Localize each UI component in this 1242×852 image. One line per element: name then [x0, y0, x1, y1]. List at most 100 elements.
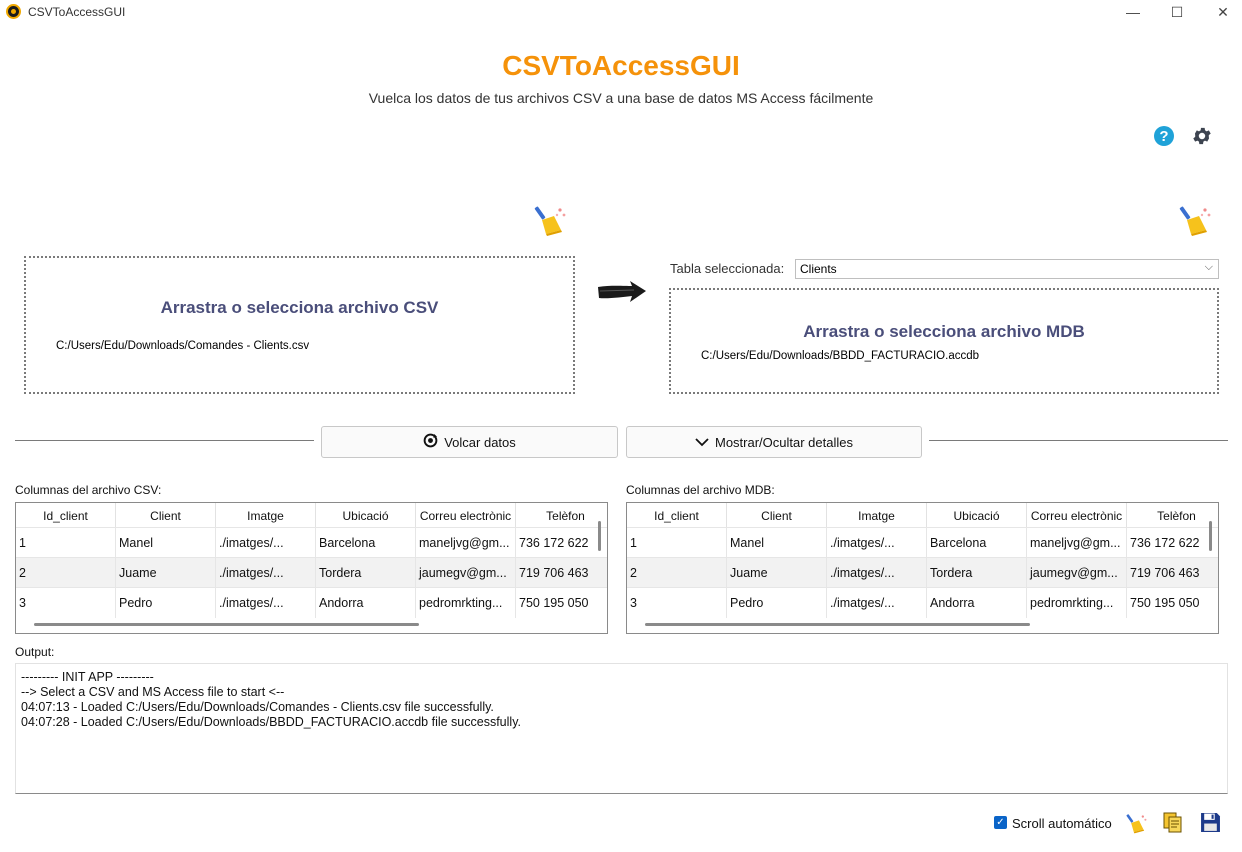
table-cell: jaumegv@gm... [416, 558, 516, 588]
table-cell: Pedro [727, 588, 827, 618]
table-cell: ./imatges/... [827, 528, 927, 558]
clear-mdb-broom-icon[interactable] [1179, 203, 1213, 237]
chevron-down-icon: ⌵ [1204, 261, 1213, 273]
mdb-file-path: C:/Users/Edu/Downloads/BBDD_FACTURACIO.a… [701, 350, 980, 362]
table-cell: 736 172 622 [516, 528, 607, 558]
table-cell: Juame [116, 558, 216, 588]
column-header[interactable]: Id_client [627, 503, 727, 529]
mdb-columns-table[interactable]: Id_client Client Imatge Ubicació Correu … [626, 502, 1219, 634]
table-cell: 750 195 050 [1127, 588, 1218, 618]
table-cell: 2 [627, 558, 727, 588]
mdb-drop-zone[interactable]: Arrastra o selecciona archivo MDB C:/Use… [669, 288, 1219, 394]
gear-icon[interactable] [1191, 125, 1213, 147]
column-header[interactable]: Client [727, 503, 827, 529]
table-cell: pedromrkting... [1027, 588, 1127, 618]
table-cell: ./imatges/... [216, 558, 316, 588]
app-title: CSVToAccessGUI [502, 50, 740, 81]
table-cell: 2 [16, 558, 116, 588]
table-cell: 736 172 622 [1127, 528, 1218, 558]
output-log[interactable]: --------- INIT APP --------- --> Select … [15, 663, 1228, 794]
column-header[interactable]: Correu electrònic [416, 503, 516, 529]
divider-right [929, 440, 1228, 441]
horizontal-scrollbar[interactable] [645, 623, 1030, 626]
table-cell: 1 [16, 528, 116, 558]
maximize-button[interactable]: ☐ [1154, 0, 1200, 24]
table-cell: ./imatges/... [216, 528, 316, 558]
table-cell: 719 706 463 [1127, 558, 1218, 588]
column-header[interactable]: Telèfon [516, 503, 607, 529]
table-cell: Barcelona [316, 528, 416, 558]
mdb-drop-zone-title: Arrastra o selecciona archivo MDB [803, 322, 1085, 341]
column-header[interactable]: Correu electrònic [1027, 503, 1127, 529]
column-header[interactable]: Id_client [16, 503, 116, 529]
table-row[interactable]: 1 Manel ./imatges/... Barcelona maneljvg… [16, 527, 607, 558]
table-cell: Andorra [927, 588, 1027, 618]
log-line: --> Select a CSV and MS Access file to s… [21, 685, 285, 699]
vertical-scrollbar[interactable] [598, 521, 601, 551]
table-select[interactable]: Clients ⌵ [795, 259, 1219, 279]
clear-csv-broom-icon[interactable] [534, 203, 568, 237]
table-cell: 1 [627, 528, 727, 558]
table-cell: pedromrkting... [416, 588, 516, 618]
output-label: Output: [15, 645, 55, 659]
table-select-value: Clients [800, 262, 837, 276]
dump-data-button[interactable]: Volcar datos [321, 426, 618, 458]
table-row[interactable]: 3 Pedro ./imatges/... Andorra pedromrkti… [627, 587, 1218, 618]
csv-columns-table[interactable]: Id_client Client Imatge Ubicació Correu … [15, 502, 608, 634]
table-cell: maneljvg@gm... [1027, 528, 1127, 558]
column-header[interactable]: Imatge [827, 503, 927, 529]
table-cell: Manel [116, 528, 216, 558]
sync-icon [423, 433, 438, 451]
table-cell: Tordera [316, 558, 416, 588]
table-cell: ./imatges/... [827, 558, 927, 588]
app-logo-icon [6, 4, 21, 19]
table-row[interactable]: 2 Juame ./imatges/... Tordera jaumegv@gm… [16, 557, 607, 588]
toggle-details-label: Mostrar/Ocultar detalles [715, 434, 853, 450]
table-cell: Juame [727, 558, 827, 588]
table-cell: maneljvg@gm... [416, 528, 516, 558]
csv-drop-zone-title: Arrastra o selecciona archivo CSV [160, 298, 439, 317]
table-cell: 750 195 050 [516, 588, 607, 618]
csv-file-path: C:/Users/Edu/Downloads/Comandes - Client… [56, 340, 310, 352]
log-line: 04:07:28 - Loaded C:/Users/Edu/Downloads… [21, 715, 521, 729]
autoscroll-label: Scroll automático [1012, 816, 1112, 831]
save-icon[interactable] [1200, 812, 1221, 833]
column-header[interactable]: Client [116, 503, 216, 529]
table-select-label: Tabla seleccionada: [670, 261, 785, 276]
table-cell: Pedro [116, 588, 216, 618]
clear-output-broom-icon[interactable] [1126, 812, 1148, 834]
table-cell: 719 706 463 [516, 558, 607, 588]
log-line: 04:07:13 - Loaded C:/Users/Edu/Downloads… [21, 700, 494, 714]
table-cell: Manel [727, 528, 827, 558]
help-icon[interactable]: ? [1154, 126, 1174, 146]
table-header: Id_client Client Imatge Ubicació Correu … [16, 503, 607, 529]
table-cell: Tordera [927, 558, 1027, 588]
autoscroll-checkbox[interactable]: ✓ [994, 816, 1007, 829]
close-button[interactable]: ✕ [1200, 0, 1242, 24]
toggle-details-button[interactable]: Mostrar/Ocultar detalles [626, 426, 922, 458]
column-header[interactable]: Ubicació [927, 503, 1027, 529]
minimize-button[interactable]: — [1110, 0, 1156, 24]
table-cell: jaumegv@gm... [1027, 558, 1127, 588]
table-row[interactable]: 2 Juame ./imatges/... Tordera jaumegv@gm… [627, 557, 1218, 588]
copy-icon[interactable] [1163, 812, 1183, 834]
table-cell: 3 [627, 588, 727, 618]
csv-columns-label: Columnas del archivo CSV: [15, 483, 162, 497]
csv-drop-zone[interactable]: Arrastra o selecciona archivo CSV C:/Use… [24, 256, 575, 394]
column-header[interactable]: Imatge [216, 503, 316, 529]
column-header[interactable]: Ubicació [316, 503, 416, 529]
column-header[interactable]: Telèfon [1127, 503, 1218, 529]
table-cell: Andorra [316, 588, 416, 618]
table-cell: Barcelona [927, 528, 1027, 558]
log-line: --------- INIT APP --------- [21, 670, 154, 684]
vertical-scrollbar[interactable] [1209, 521, 1212, 551]
horizontal-scrollbar[interactable] [34, 623, 419, 626]
table-header: Id_client Client Imatge Ubicació Correu … [627, 503, 1218, 529]
table-row[interactable]: 3 Pedro ./imatges/... Andorra pedromrkti… [16, 587, 607, 618]
title-bar: CSVToAccessGUI — ☐ ✕ [0, 0, 1242, 24]
table-cell: ./imatges/... [216, 588, 316, 618]
mdb-columns-label: Columnas del archivo MDB: [626, 483, 775, 497]
table-row[interactable]: 1 Manel ./imatges/... Barcelona maneljvg… [627, 527, 1218, 558]
table-cell: ./imatges/... [827, 588, 927, 618]
app-subtitle: Vuelca los datos de tus archivos CSV a u… [368, 90, 874, 106]
